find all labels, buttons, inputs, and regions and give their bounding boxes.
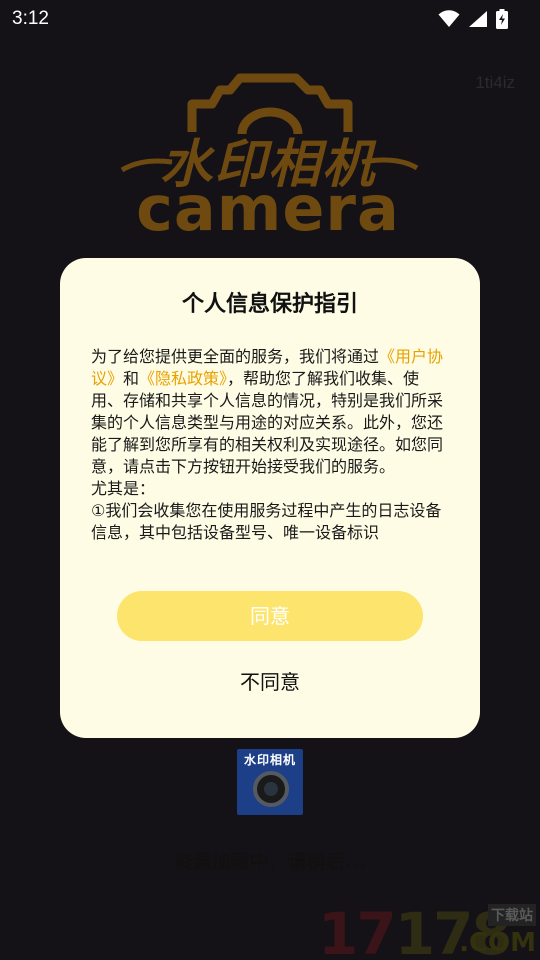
app-icon-label: 水印相机 (243, 753, 296, 767)
watermark-id: 1ti4iz (475, 73, 515, 92)
status-time: 3:12 (12, 8, 49, 29)
body-especially: 尤其是： (91, 479, 156, 498)
privacy-dialog: 个人信息保护指引 为了给您提供更全面的服务，我们将通过《用户协议》和《隐私政策》… (60, 258, 480, 738)
camera-lens-icon (253, 771, 289, 807)
status-bar: 3:12 (0, 0, 540, 38)
body-item-1: ①我们会收集您在使用服务过程中产生的日志设备信息，其中包括设备型号、唯一设备标识 (91, 501, 442, 542)
cellular-signal-icon (469, 11, 487, 27)
logo-english-text: camera (136, 172, 400, 245)
disagree-button[interactable]: 不同意 (170, 662, 370, 702)
site-watermark: 17178 下载站 .COM (318, 898, 540, 960)
battery-charging-icon (496, 9, 508, 29)
privacy-policy-link[interactable]: 《隐私政策》 (139, 369, 227, 388)
agree-button[interactable]: 同意 (117, 591, 423, 641)
loading-text: 资源加载中，请稍后... (173, 851, 367, 873)
body-intro: 为了给您提供更全面的服务，我们将通过 (91, 347, 380, 366)
body-and: 和 (123, 369, 140, 388)
site-watermark-tag: 下载站 (488, 904, 536, 926)
dialog-title: 个人信息保护指引 (181, 292, 358, 317)
status-icons (438, 9, 508, 29)
dialog-body[interactable]: 为了给您提供更全面的服务，我们将通过《用户协议》和《隐私政策》，帮助您了解我们收… (91, 346, 451, 546)
app-logo: 水印相机 camera (112, 72, 424, 245)
wifi-icon (438, 10, 460, 27)
site-watermark-domain: .COM (459, 928, 536, 958)
app-icon: 水印相机 (237, 749, 303, 815)
